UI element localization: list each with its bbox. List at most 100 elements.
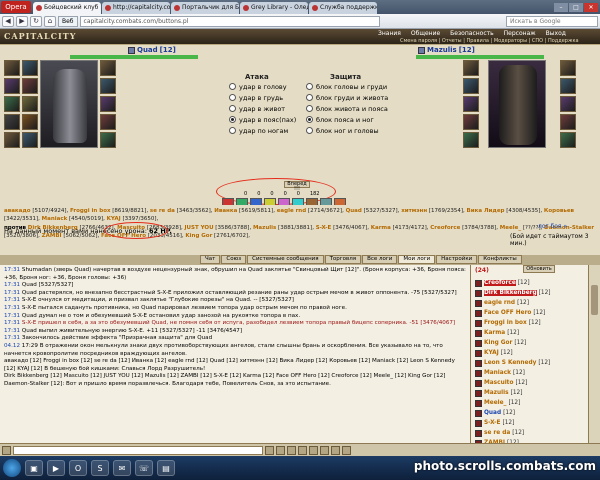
player-right-avatar[interactable] — [488, 60, 546, 148]
gear-slot[interactable] — [463, 60, 479, 76]
chat-text-input[interactable] — [13, 445, 263, 455]
radio-button[interactable] — [306, 94, 313, 101]
chat-tab[interactable]: Все логи — [362, 255, 398, 264]
online-user[interactable]: King Gor [12] — [475, 338, 585, 348]
defense-option[interactable]: блок ног и головы — [306, 127, 388, 135]
gear-slot[interactable] — [560, 96, 576, 112]
clear-icon[interactable] — [287, 445, 296, 455]
player-left-avatar[interactable] — [40, 60, 98, 148]
chat-tab[interactable]: Системные сообщения — [247, 255, 324, 264]
scroll-icon[interactable] — [298, 445, 307, 455]
online-user[interactable]: KYAJ [12] — [475, 348, 585, 358]
browser-tab[interactable]: Grey Library - Оледне... — [240, 2, 308, 14]
minimize-icon[interactable]: – — [554, 3, 568, 12]
gear-slot[interactable] — [463, 96, 479, 112]
fighter-name[interactable]: Karma — [371, 225, 391, 231]
fighter-name[interactable]: KYAJ — [107, 216, 121, 222]
online-user-name[interactable]: se re da — [484, 430, 510, 436]
fighter-name[interactable]: King Gor — [185, 233, 212, 239]
maximize-icon[interactable]: □ — [569, 3, 583, 12]
send-icon[interactable] — [265, 445, 274, 455]
game-nav-item[interactable]: Безопасность — [450, 30, 494, 37]
online-user-name[interactable]: Mazulis — [484, 390, 509, 396]
reload-icon[interactable]: ↻ — [30, 15, 42, 27]
browser-tab[interactable]: Бойцовский клуб — [33, 2, 101, 14]
online-user[interactable]: Meele_ [12] — [475, 398, 585, 408]
filter-icon[interactable] — [320, 445, 329, 455]
gear-slot[interactable] — [4, 78, 20, 94]
fighter-name[interactable]: Иванка — [214, 208, 237, 214]
online-user[interactable]: Karma [12] — [475, 328, 585, 338]
opera-menu-button[interactable]: Opera — [1, 1, 31, 13]
fighter-name[interactable]: Meele_ — [500, 225, 521, 231]
gear-slot[interactable] — [4, 132, 20, 148]
online-user-name[interactable]: Face OFF Hero — [484, 310, 531, 316]
gear-slot[interactable] — [100, 96, 116, 112]
radio-button[interactable] — [229, 116, 236, 123]
radio-button[interactable] — [306, 83, 313, 90]
fighter-name[interactable]: хитмэнн — [401, 208, 427, 214]
player-left-name[interactable]: Quad — [137, 46, 158, 54]
defense-option[interactable]: блок пояса и ног — [306, 116, 388, 124]
chat-tab[interactable]: Настройки — [436, 255, 478, 264]
online-scrollbar[interactable] — [588, 265, 600, 443]
home-icon[interactable]: ⌂ — [44, 15, 56, 27]
player-right-name[interactable]: Mazulis — [427, 46, 457, 54]
online-user-name[interactable]: Maniack — [484, 370, 511, 376]
smile-icon[interactable] — [276, 445, 285, 455]
online-user[interactable]: Creoforce [12] — [475, 278, 585, 288]
online-user[interactable]: Dirk Bikkenberg [12] — [475, 288, 585, 298]
game-nav-item[interactable]: Общение — [411, 30, 440, 37]
forward-icon[interactable]: ▶ — [16, 15, 28, 27]
chat-tab[interactable]: Торговля — [324, 255, 362, 264]
web-badge[interactable]: Веб — [58, 15, 78, 27]
search-input[interactable]: Искать в Google — [506, 15, 598, 27]
online-user-name[interactable]: Dirk Bikkenberg — [484, 290, 537, 296]
online-user-name[interactable]: Karma — [484, 330, 505, 336]
radio-button[interactable] — [229, 94, 236, 101]
translit-icon[interactable] — [309, 445, 318, 455]
browser-tab[interactable]: Служба поддержки Б... — [309, 2, 377, 14]
gear-slot[interactable] — [463, 114, 479, 130]
gear-slot[interactable] — [22, 114, 38, 130]
game-subnav[interactable]: Смена пароля | Отчеты | Правила | Модера… — [400, 38, 579, 44]
online-user-name[interactable]: Creoforce — [484, 280, 516, 286]
gear-slot[interactable] — [22, 78, 38, 94]
defense-option[interactable]: блок груди и живота — [306, 94, 388, 102]
online-user-name[interactable]: eagle rnd — [484, 300, 515, 306]
settings-icon[interactable] — [342, 445, 351, 455]
attack-option[interactable]: удар по ногам — [229, 127, 296, 135]
fighter-name[interactable]: Maniack — [42, 216, 68, 222]
back-icon[interactable]: ◀ — [2, 15, 14, 27]
online-user[interactable]: Mazulis [12] — [475, 388, 585, 398]
attack-option[interactable]: удар в голову — [229, 83, 296, 91]
gear-slot[interactable] — [4, 60, 20, 76]
gear-slot[interactable] — [463, 132, 479, 148]
fighter-name[interactable]: Creoforce — [430, 225, 460, 231]
fighter-name[interactable]: авакадо — [4, 208, 31, 214]
defense-option[interactable]: блок живота и пояса — [306, 105, 388, 113]
gear-slot[interactable] — [22, 96, 38, 112]
gear-slot[interactable] — [4, 96, 20, 112]
fighter-name[interactable]: se re da — [150, 208, 175, 214]
gear-slot[interactable] — [4, 114, 20, 130]
battle-log-link[interactable]: лог боя » — [538, 223, 567, 230]
chat-tab[interactable]: Конфликты — [478, 255, 522, 264]
game-nav-item[interactable]: Персонаж — [504, 30, 536, 37]
fighter-name[interactable]: Froggi in box — [70, 208, 111, 214]
radio-button[interactable] — [306, 105, 313, 112]
gear-slot[interactable] — [560, 114, 576, 130]
chat-tab[interactable]: Союз — [221, 255, 247, 264]
gear-slot[interactable] — [22, 132, 38, 148]
online-user[interactable]: eagle rnd [12] — [475, 298, 585, 308]
chat-tab[interactable]: Чат — [200, 255, 221, 264]
fighter-name[interactable]: Вика Лидер — [467, 208, 505, 214]
gear-slot[interactable] — [100, 78, 116, 94]
gear-slot[interactable] — [100, 132, 116, 148]
online-user[interactable]: S-X-E [12] — [475, 418, 585, 428]
attack-option[interactable]: удар в живот — [229, 105, 296, 113]
fighter-name[interactable]: eagle rnd — [277, 208, 306, 214]
attack-option[interactable]: удар в пояс(пах) — [229, 116, 296, 124]
fighter-name[interactable]: JUST YOU — [184, 225, 213, 231]
game-nav-item[interactable]: Знания — [378, 30, 401, 37]
